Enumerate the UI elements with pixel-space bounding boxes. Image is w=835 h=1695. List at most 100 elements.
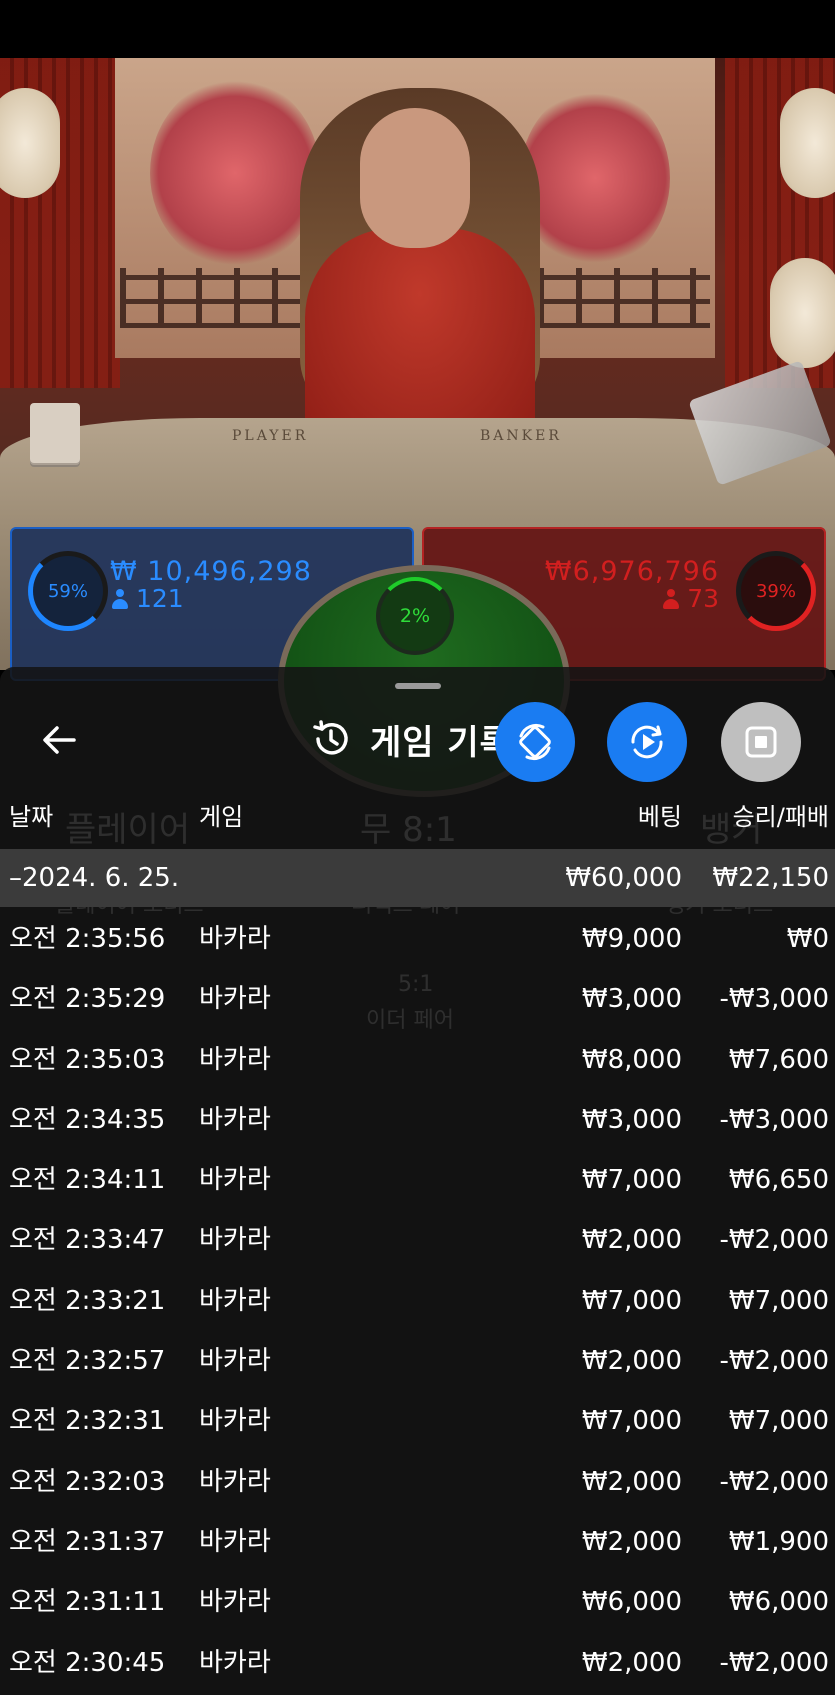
history-list: 오전 2:35:56 바카라 ₩9,000 ₩0 오전 2:35:29 바카라 ₩3,000…	[0, 909, 835, 1693]
panel-header: 게임 기록	[310, 711, 512, 767]
row-winloss: -₩3,000	[719, 984, 829, 1015]
row-winloss: ₩6,650	[728, 1165, 829, 1196]
table-row[interactable]: 오전 2:31:11 바카라 ₩6,000 ₩6,000	[0, 1572, 835, 1632]
arrow-left-icon	[43, 726, 76, 754]
row-bet: ₩6,000	[581, 1587, 682, 1618]
row-winloss: ₩7,600	[728, 1044, 829, 1075]
row-time: 오전 2:33:21	[9, 1285, 166, 1316]
column-bet: 베팅	[637, 803, 682, 831]
row-game: 바카라	[199, 1165, 271, 1196]
row-winloss: -₩2,000	[719, 1466, 829, 1497]
dealer-body	[305, 228, 535, 448]
row-game: 바카라	[199, 1647, 271, 1678]
row-game: 바카라	[199, 1104, 271, 1135]
row-time: 오전 2:35:03	[9, 1044, 166, 1075]
table-row[interactable]: 오전 2:35:03 바카라 ₩8,000 ₩7,600	[0, 1030, 835, 1090]
replay-play-icon	[631, 725, 663, 759]
bet-summary: 59% ₩ 10,496,298 121 ₩6,976,796 73 39% 2…	[0, 525, 835, 797]
back-button[interactable]	[36, 717, 82, 763]
date-group-row[interactable]: –2024. 6. 25. ₩60,000 ₩22,150	[0, 849, 835, 907]
row-time: 오전 2:34:11	[9, 1165, 166, 1196]
page-title: 게임 기록	[370, 722, 512, 763]
row-winloss: -₩2,000	[719, 1346, 829, 1377]
row-bet: ₩2,000	[581, 1346, 682, 1377]
banker-percent: 39%	[755, 580, 796, 602]
row-winloss: -₩2,000	[719, 1647, 829, 1678]
rotate-sync-button[interactable]	[495, 702, 575, 782]
row-bet: ₩2,000	[581, 1526, 682, 1557]
row-bet: ₩2,000	[581, 1647, 682, 1678]
table-row[interactable]: 오전 2:35:56 바카라 ₩9,000 ₩0	[0, 909, 835, 969]
row-winloss: ₩7,000	[728, 1285, 829, 1316]
game-history-panel: 플레이어 무 8:1 뱅커 플레이어 보너스 퍼펙트 페어 뱅커 보너스 5:1…	[0, 667, 835, 1695]
table-row[interactable]: 오전 2:34:35 바카라 ₩3,000 -₩3,000	[0, 1090, 835, 1150]
player-percent-ring: 59%	[28, 551, 108, 631]
table-row[interactable]: 오전 2:32:31 바카라 ₩7,000 ₩7,000	[0, 1391, 835, 1451]
player-percent: 59%	[47, 580, 88, 602]
dealer-face	[360, 108, 470, 248]
table-row[interactable]: 오전 2:35:29 바카라 ₩3,000 -₩3,000	[0, 969, 835, 1029]
banker-count-value: 73	[687, 584, 719, 613]
history-table-header: 날짜 게임 베팅 승리/패배	[0, 797, 835, 847]
row-game: 바카라	[199, 1526, 271, 1557]
row-game: 바카라	[199, 1346, 271, 1377]
row-bet: ₩7,000	[581, 1165, 682, 1196]
row-bet: ₩3,000	[581, 984, 682, 1015]
row-game: 바카라	[199, 1466, 271, 1497]
row-time: 오전 2:34:35	[9, 1104, 166, 1135]
player-count: 121	[112, 585, 184, 613]
date-group-date: –2024. 6. 25.	[9, 863, 180, 893]
column-winloss: 승리/패배	[732, 803, 829, 831]
row-bet: ₩8,000	[581, 1044, 682, 1075]
drag-handle[interactable]	[395, 683, 441, 689]
banker-count: 73	[663, 585, 719, 613]
lantern-right-bottom	[770, 258, 835, 368]
table-row[interactable]: 오전 2:34:11 바카라 ₩7,000 ₩6,650	[0, 1150, 835, 1210]
table-label-player: PLAYER	[232, 428, 309, 444]
stop-button[interactable]	[721, 702, 801, 782]
rotate-sync-icon	[519, 723, 551, 761]
row-game: 바카라	[199, 1587, 271, 1618]
row-game: 바카라	[199, 1225, 271, 1256]
lantern-left	[0, 88, 60, 198]
player-count-value: 121	[136, 584, 184, 613]
row-game: 바카라	[199, 1406, 271, 1437]
row-winloss: ₩6,000	[728, 1587, 829, 1618]
row-winloss: ₩0	[786, 924, 829, 954]
card-deck	[30, 403, 80, 463]
row-time: 오전 2:35:56	[9, 924, 166, 954]
blossom-right	[520, 88, 670, 268]
history-clock-icon	[313, 720, 348, 755]
row-bet: ₩2,000	[581, 1225, 682, 1256]
row-time: 오전 2:35:29	[9, 984, 166, 1015]
table-row[interactable]: 오전 2:32:03 바카라 ₩2,000 -₩2,000	[0, 1452, 835, 1512]
row-bet: ₩9,000	[581, 924, 682, 954]
table-row[interactable]: 오전 2:31:37 바카라 ₩2,000 ₩1,900	[0, 1512, 835, 1572]
row-time: 오전 2:30:45	[9, 1647, 166, 1678]
table-row[interactable]: 오전 2:33:21 바카라 ₩7,000 ₩7,000	[0, 1271, 835, 1331]
row-time: 오전 2:31:11	[9, 1587, 166, 1618]
row-time: 오전 2:32:03	[9, 1466, 166, 1497]
column-game: 게임	[199, 803, 244, 831]
row-winloss: -₩3,000	[719, 1104, 829, 1135]
row-bet: ₩7,000	[581, 1285, 682, 1316]
tie-percent: 2%	[399, 605, 431, 627]
lantern-right-top	[780, 88, 835, 198]
replay-button[interactable]	[607, 702, 687, 782]
row-game: 바카라	[199, 984, 271, 1015]
table-row[interactable]: 오전 2:33:47 바카라 ₩2,000 -₩2,000	[0, 1210, 835, 1270]
column-date: 날짜	[9, 803, 54, 831]
row-winloss: ₩7,000	[728, 1406, 829, 1437]
person-icon	[663, 589, 680, 609]
status-bar	[0, 0, 835, 58]
tie-percent-ring: 2%	[376, 577, 454, 655]
row-game: 바카라	[199, 924, 271, 954]
table-label-banker: BANKER	[480, 428, 562, 444]
blossom-left	[150, 78, 320, 268]
row-bet: ₩2,000	[581, 1466, 682, 1497]
player-total-amount: ₩ 10,496,298	[110, 556, 312, 587]
table-row[interactable]: 오전 2:30:45 바카라 ₩2,000 -₩2,000	[0, 1633, 835, 1693]
row-game: 바카라	[199, 1285, 271, 1316]
row-time: 오전 2:33:47	[9, 1225, 166, 1256]
table-row[interactable]: 오전 2:32:57 바카라 ₩2,000 -₩2,000	[0, 1331, 835, 1391]
